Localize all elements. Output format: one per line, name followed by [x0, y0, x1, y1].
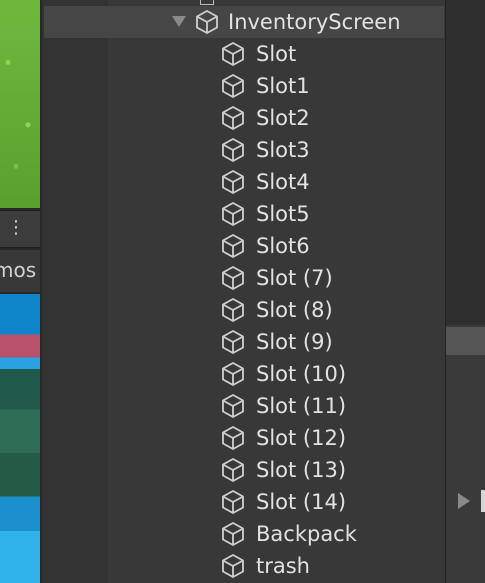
hierarchy-item[interactable]: Slot5	[44, 198, 444, 230]
cube-icon	[222, 458, 244, 482]
hierarchy-item-label: Slot6	[256, 234, 310, 258]
scene-view[interactable]	[0, 0, 40, 208]
gizmos-toggle[interactable]: mos	[0, 250, 40, 292]
scene-view-panel: ⋮ mos	[0, 0, 42, 583]
cube-icon	[222, 106, 244, 130]
hierarchy-item-label: Slot2	[256, 106, 310, 130]
hierarchy-item-label: trash	[256, 554, 310, 578]
hierarchy-item[interactable]: Slot (9)	[44, 326, 444, 358]
hierarchy-item-label: InventoryScreen	[228, 10, 401, 34]
hierarchy-item-label: Slot	[256, 42, 297, 66]
hierarchy-item[interactable]: Slot (7)	[44, 262, 444, 294]
hierarchy-item[interactable]: Slot (10)	[44, 358, 444, 390]
hierarchy-item-label: Slot3	[256, 138, 310, 162]
hierarchy-item-inventoryscreen[interactable]: InventoryScreen	[44, 6, 444, 38]
cube-icon	[222, 170, 244, 194]
hierarchy-item[interactable]: Slot1	[44, 70, 444, 102]
hierarchy-item[interactable]: Slot (13)	[44, 454, 444, 486]
inspector-header	[446, 0, 485, 325]
hierarchy-item[interactable]: Slot (11)	[44, 390, 444, 422]
cube-icon	[196, 10, 218, 34]
hierarchy-item-label: Slot (10)	[256, 362, 347, 386]
cube-icon	[222, 266, 244, 290]
cube-icon	[222, 394, 244, 418]
cube-icon	[222, 202, 244, 226]
more-menu-icon[interactable]: ⋮	[7, 219, 25, 237]
hierarchy-item-label: Slot (9)	[256, 330, 333, 354]
cube-icon	[222, 490, 244, 514]
hierarchy-item-label: Slot (13)	[256, 458, 347, 482]
cube-icon	[222, 330, 244, 354]
expand-arrow-icon[interactable]	[172, 16, 186, 27]
collapsed-arrow-icon[interactable]	[458, 493, 470, 509]
hierarchy-item-label: Slot (14)	[256, 490, 347, 514]
inspector-row-edge	[481, 490, 485, 512]
cube-icon	[222, 554, 244, 578]
hierarchy-item-label: Backpack	[256, 522, 357, 546]
hierarchy-item[interactable]: Slot3	[44, 134, 444, 166]
hierarchy-item[interactable]: Slot2	[44, 102, 444, 134]
cube-icon	[222, 522, 244, 546]
cube-icon	[200, 0, 214, 5]
inspector-selected-row[interactable]	[446, 327, 485, 355]
hierarchy-item-label: Slot (7)	[256, 266, 333, 290]
hierarchy-item-label: Slot5	[256, 202, 310, 226]
cube-icon	[222, 298, 244, 322]
hierarchy-item-label: Slot1	[256, 74, 310, 98]
hierarchy-item[interactable]: Slot (8)	[44, 294, 444, 326]
cube-icon	[222, 362, 244, 386]
hierarchy-item[interactable]: Slot	[44, 38, 444, 70]
hierarchy-item-label: Slot (11)	[256, 394, 347, 418]
hierarchy-item[interactable]: Slot6	[44, 230, 444, 262]
scene-toolbar: ⋮	[0, 210, 40, 248]
cube-icon	[222, 234, 244, 258]
hierarchy-item[interactable]: Slot (12)	[44, 422, 444, 454]
hierarchy-item[interactable]: Slot (14)	[44, 486, 444, 518]
cube-icon	[222, 74, 244, 98]
hierarchy-item[interactable]: Backpack	[44, 518, 444, 550]
hierarchy-item[interactable]: Slot4	[44, 166, 444, 198]
hierarchy-item-label: Slot (8)	[256, 298, 333, 322]
cube-icon	[222, 42, 244, 66]
hierarchy-item-label: Slot4	[256, 170, 310, 194]
hierarchy-item-label: Slot (12)	[256, 426, 347, 450]
cube-icon	[222, 426, 244, 450]
cube-icon	[222, 138, 244, 162]
game-view[interactable]	[0, 294, 40, 583]
hierarchy-item[interactable]: trash	[44, 550, 444, 582]
gizmos-label: mos	[0, 258, 37, 282]
